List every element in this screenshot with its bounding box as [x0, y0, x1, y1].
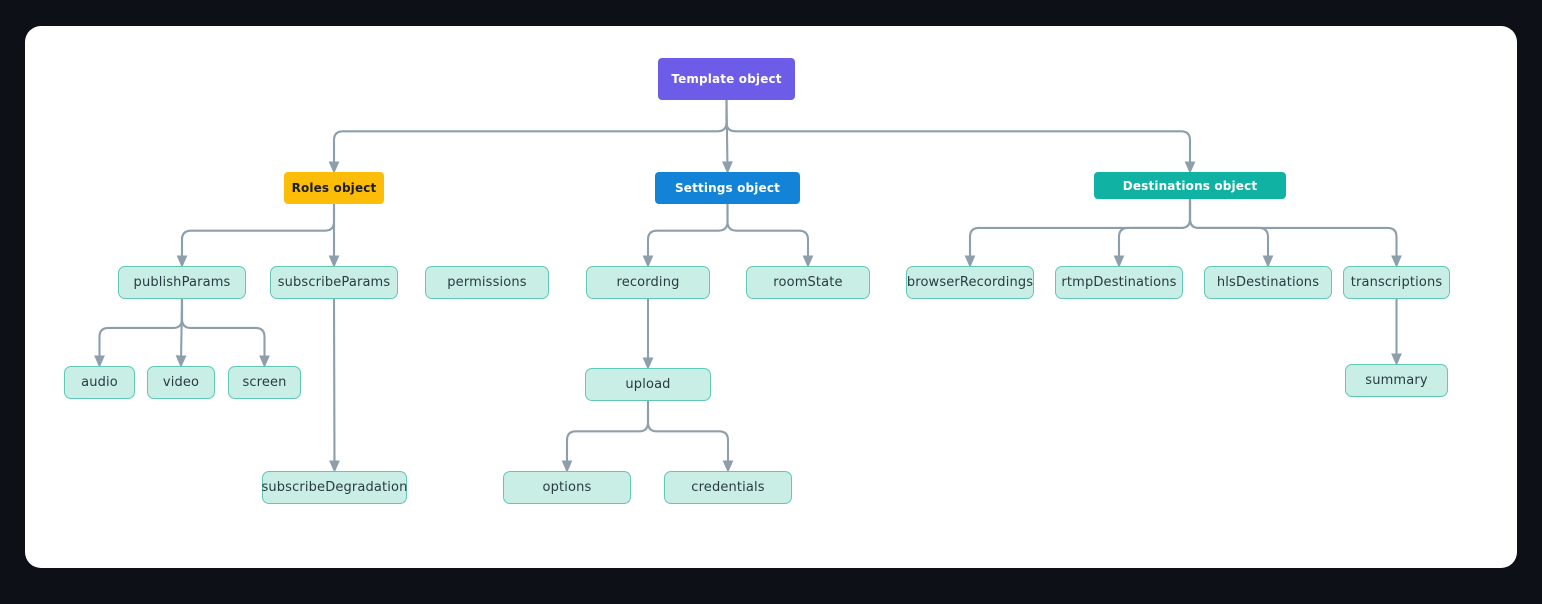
node-label: Destinations object — [1122, 178, 1258, 193]
node-label: browserRecordings — [906, 275, 1034, 290]
node-label: audio — [81, 375, 118, 390]
node-label: transcriptions — [1350, 275, 1443, 290]
node-label: subscribeParams — [277, 275, 391, 290]
node-hlsDestinations[interactable]: hlsDestinations — [1204, 266, 1332, 299]
node-label: publishParams — [133, 275, 231, 290]
node-settings[interactable]: Settings object — [655, 172, 800, 204]
node-label: video — [162, 375, 200, 390]
node-label: rtmpDestinations — [1061, 275, 1177, 290]
node-permissions[interactable]: permissions — [425, 266, 549, 299]
node-destinations[interactable]: Destinations object — [1094, 172, 1286, 199]
node-label: recording — [616, 275, 680, 290]
node-transcriptions[interactable]: transcriptions — [1343, 266, 1450, 299]
node-browserRecordings[interactable]: browserRecordings — [906, 266, 1034, 299]
node-recording[interactable]: recording — [586, 266, 710, 299]
node-label: screen — [242, 375, 287, 390]
diagram-canvas: Template object Roles object Settings obje… — [0, 0, 1542, 604]
node-label: hlsDestinations — [1216, 275, 1320, 290]
node-roomState[interactable]: roomState — [746, 266, 870, 299]
node-summary[interactable]: summary — [1345, 364, 1448, 397]
node-subscribeDegradation[interactable]: subscribeDegradation — [261, 471, 408, 504]
node-label: permissions — [447, 275, 527, 290]
node-audio[interactable]: audio — [64, 366, 135, 399]
node-label: Roles object — [291, 181, 377, 195]
node-template[interactable]: Template object — [658, 58, 795, 100]
node-subscribeParams[interactable]: subscribeParams — [270, 266, 398, 299]
node-credentials[interactable]: credentials — [664, 471, 792, 504]
node-label: subscribeDegradation — [261, 480, 408, 495]
node-label: roomState — [773, 275, 843, 290]
node-label: options — [542, 480, 592, 495]
node-label: summary — [1365, 373, 1428, 388]
node-publishParams[interactable]: publishParams — [118, 266, 246, 299]
node-label: credentials — [691, 480, 765, 495]
node-options[interactable]: options — [503, 471, 631, 504]
node-label: Settings object — [674, 181, 780, 195]
node-rtmpDestinations[interactable]: rtmpDestinations — [1055, 266, 1183, 299]
node-video[interactable]: video — [147, 366, 215, 399]
node-label: Template object — [671, 72, 782, 86]
node-roles[interactable]: Roles object — [284, 172, 384, 204]
node-upload[interactable]: upload — [585, 368, 711, 401]
node-screen[interactable]: screen — [228, 366, 301, 399]
node-label: upload — [625, 377, 671, 392]
